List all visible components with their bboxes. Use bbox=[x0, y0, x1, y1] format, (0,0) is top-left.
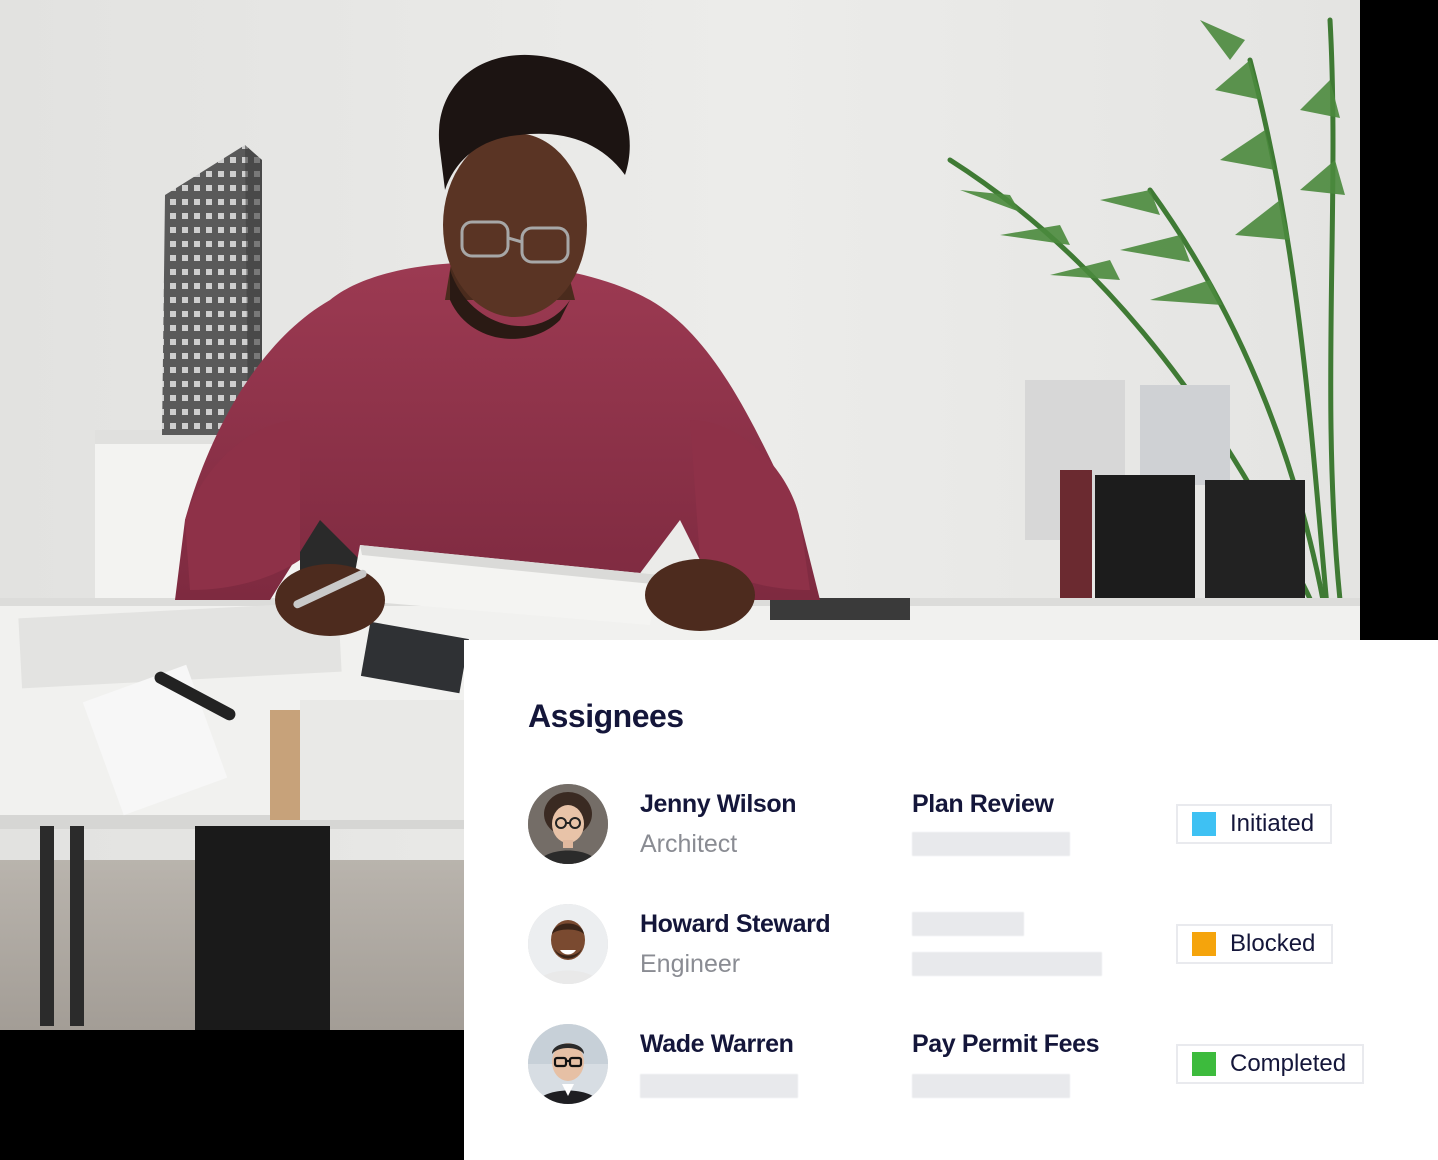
task-detail-placeholder bbox=[912, 952, 1102, 976]
assignee-role: Engineer bbox=[640, 950, 741, 978]
avatar bbox=[528, 1024, 608, 1104]
status-label: Initiated bbox=[1230, 810, 1315, 837]
status-badge[interactable]: Completed bbox=[1176, 1044, 1365, 1084]
assignee-row[interactable]: Jenny Wilson Architect Plan Review Initi… bbox=[464, 784, 1438, 868]
task-name: Plan Review bbox=[912, 790, 1054, 818]
avatar-man-glasses-icon bbox=[528, 1024, 608, 1104]
status-badge[interactable]: Blocked bbox=[1176, 924, 1334, 964]
avatar-man-icon bbox=[528, 904, 608, 984]
status-swatch bbox=[1192, 812, 1216, 836]
status-swatch bbox=[1192, 932, 1216, 956]
avatar bbox=[528, 784, 608, 864]
assignee-row[interactable]: Howard Steward Engineer Blocked bbox=[464, 904, 1438, 988]
card-title: Assignees bbox=[528, 698, 684, 734]
status-label: Blocked bbox=[1230, 930, 1316, 957]
avatar bbox=[528, 904, 608, 984]
task-detail-placeholder bbox=[912, 1074, 1070, 1098]
task-name: Pay Permit Fees bbox=[912, 1030, 1100, 1058]
assignee-role: Architect bbox=[640, 830, 738, 858]
avatar-woman-icon bbox=[528, 784, 608, 864]
status-label: Completed bbox=[1230, 1050, 1347, 1077]
assignee-name: Howard Steward bbox=[640, 910, 831, 938]
status-badge[interactable]: Initiated bbox=[1176, 804, 1333, 844]
page: Assignees Jenny Wilson Architect Plan Re… bbox=[0, 0, 1438, 1160]
assignee-name: Jenny Wilson bbox=[640, 790, 797, 818]
assignee-row[interactable]: Wade Warren Pay Permit Fees Completed bbox=[464, 1024, 1438, 1108]
task-detail-placeholder bbox=[912, 832, 1070, 856]
status-swatch bbox=[1192, 1052, 1216, 1076]
assignee-role-placeholder bbox=[640, 1074, 798, 1098]
task-name-placeholder bbox=[912, 912, 1024, 936]
assignees-card: Assignees Jenny Wilson Architect Plan Re… bbox=[464, 640, 1438, 1160]
assignee-name: Wade Warren bbox=[640, 1030, 794, 1058]
